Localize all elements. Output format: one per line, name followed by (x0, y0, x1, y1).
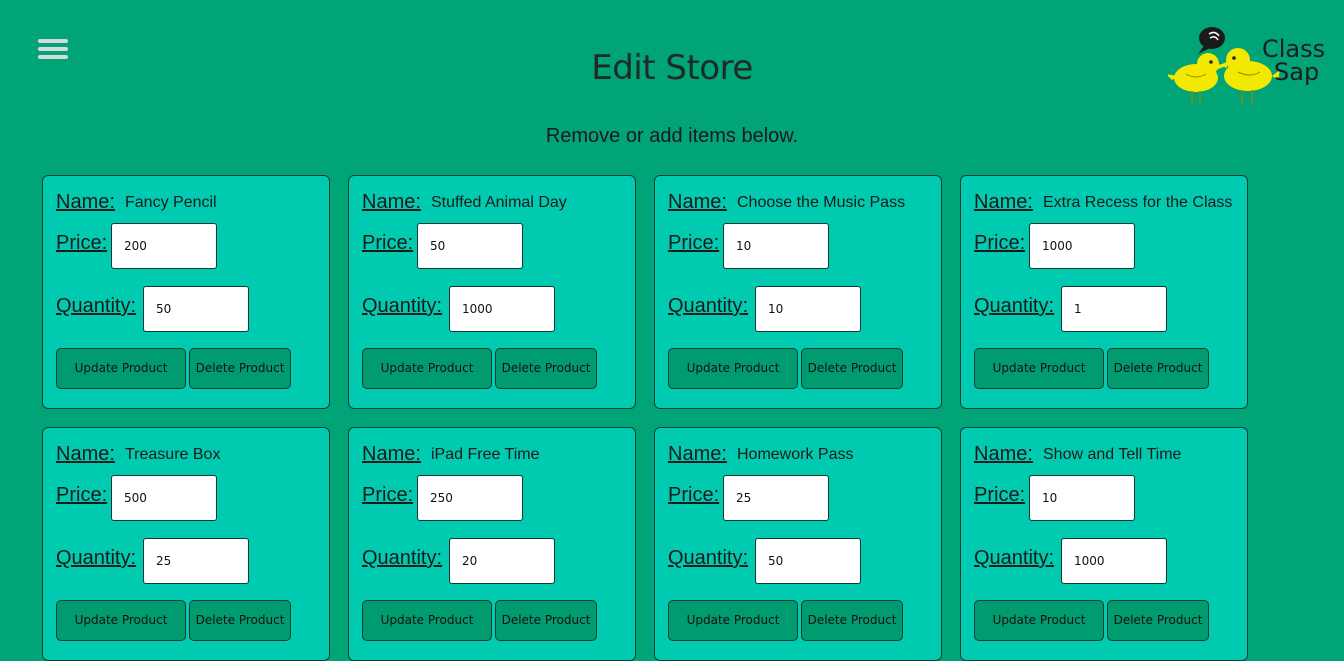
price-input[interactable] (1029, 475, 1135, 521)
quantity-label: Quantity: (668, 295, 749, 317)
product-card: Name: Fancy Pencil Price: Quantity: Upda… (42, 175, 330, 409)
name-label: Name: (56, 443, 115, 465)
price-label: Price: (362, 232, 414, 254)
product-name: Fancy Pencil (125, 194, 217, 211)
price-input[interactable] (111, 475, 217, 521)
delete-product-button[interactable]: Delete Product (801, 348, 903, 389)
quantity-label: Quantity: (362, 295, 443, 317)
quantity-label: Quantity: (56, 547, 137, 569)
price-input[interactable] (723, 223, 829, 269)
quantity-input[interactable] (449, 286, 555, 332)
quantity-input[interactable] (143, 286, 249, 332)
quantity-label: Quantity: (362, 547, 443, 569)
price-label: Price: (668, 484, 720, 506)
name-label: Name: (362, 443, 421, 465)
product-grid: Name: Fancy Pencil Price: Quantity: Upda… (42, 175, 1248, 661)
price-label: Price: (974, 484, 1026, 506)
product-card: Name: Show and Tell Time Price: Quantity… (960, 427, 1248, 661)
name-label: Name: (668, 443, 727, 465)
update-product-button[interactable]: Update Product (362, 600, 492, 641)
page-title: Edit Store (591, 48, 753, 88)
delete-product-button[interactable]: Delete Product (495, 600, 597, 641)
name-label: Name: (974, 443, 1033, 465)
delete-product-button[interactable]: Delete Product (189, 348, 291, 389)
product-card: Name: Treasure Box Price: Quantity: Upda… (42, 427, 330, 661)
page-subtitle: Remove or add items below. (545, 125, 799, 147)
product-name: iPad Free Time (431, 446, 540, 463)
price-input[interactable] (417, 223, 523, 269)
logo-text: Class Sap (1262, 35, 1326, 86)
product-card: Name: Choose the Music Pass Price: Quant… (654, 175, 942, 409)
name-label: Name: (974, 191, 1033, 213)
product-name: Homework Pass (737, 446, 854, 463)
update-product-button[interactable]: Update Product (668, 600, 798, 641)
product-card: Name: iPad Free Time Price: Quantity: Up… (348, 427, 636, 661)
product-card: Name: Homework Pass Price: Quantity: Upd… (654, 427, 942, 661)
update-product-button[interactable]: Update Product (362, 348, 492, 389)
price-label: Price: (56, 232, 108, 254)
quantity-label: Quantity: (974, 295, 1055, 317)
price-input[interactable] (1029, 223, 1135, 269)
product-name: Choose the Music Pass (737, 194, 906, 211)
update-product-button[interactable]: Update Product (56, 600, 186, 641)
product-name: Extra Recess for the Class (1043, 194, 1233, 211)
update-product-button[interactable]: Update Product (974, 348, 1104, 389)
delete-product-button[interactable]: Delete Product (495, 348, 597, 389)
update-product-button[interactable]: Update Product (668, 348, 798, 389)
product-card: Name: Stuffed Animal Day Price: Quantity… (348, 175, 636, 409)
product-name: Stuffed Animal Day (431, 194, 567, 211)
price-label: Price: (668, 232, 720, 254)
price-label: Price: (56, 484, 108, 506)
product-card: Name: Extra Recess for the Class Price: … (960, 175, 1248, 409)
quantity-input[interactable] (1061, 286, 1167, 332)
price-input[interactable] (723, 475, 829, 521)
delete-product-button[interactable]: Delete Product (801, 600, 903, 641)
name-label: Name: (56, 191, 115, 213)
name-label: Name: (362, 191, 421, 213)
name-label: Name: (668, 191, 727, 213)
price-input[interactable] (417, 475, 523, 521)
quantity-label: Quantity: (668, 547, 749, 569)
quantity-input[interactable] (143, 538, 249, 584)
quantity-input[interactable] (1061, 538, 1167, 584)
delete-product-button[interactable]: Delete Product (189, 600, 291, 641)
price-input[interactable] (111, 223, 217, 269)
delete-product-button[interactable]: Delete Product (1107, 348, 1209, 389)
product-name: Treasure Box (125, 446, 221, 463)
quantity-label: Quantity: (56, 295, 137, 317)
quantity-label: Quantity: (974, 547, 1055, 569)
quantity-input[interactable] (449, 538, 555, 584)
product-name: Show and Tell Time (1043, 446, 1182, 463)
delete-product-button[interactable]: Delete Product (1107, 600, 1209, 641)
price-label: Price: (362, 484, 414, 506)
update-product-button[interactable]: Update Product (974, 600, 1104, 641)
price-label: Price: (974, 232, 1026, 254)
update-product-button[interactable]: Update Product (56, 348, 186, 389)
quantity-input[interactable] (755, 286, 861, 332)
quantity-input[interactable] (755, 538, 861, 584)
